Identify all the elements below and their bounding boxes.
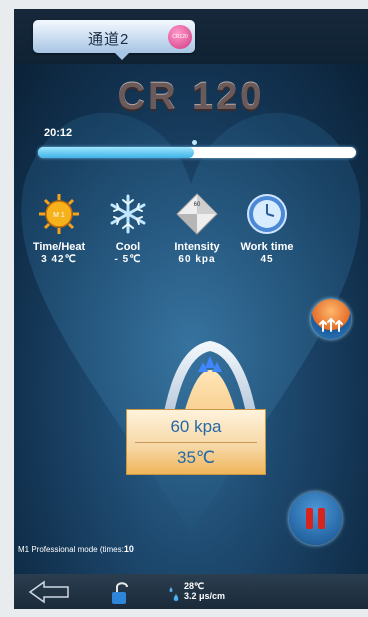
pressure-value: 60 kpa	[170, 417, 222, 436]
countdown-clock: 20:12	[44, 127, 73, 139]
treatment-progress-bar	[38, 140, 356, 158]
mode-status: M1 Professional mode (times:10	[18, 544, 134, 554]
param-value: 45	[260, 254, 274, 265]
back-arrow-icon[interactable]	[28, 580, 70, 604]
air-flow-arrows-icon	[319, 317, 343, 332]
param-cool[interactable]: Cool - 5℃	[93, 192, 163, 265]
mode-label: M1 Professional mode (times:	[18, 545, 124, 554]
param-value: 3 42℃	[41, 254, 77, 265]
param-time-heat[interactable]: M 1 Time/Heat 3 42℃	[24, 192, 94, 265]
readout-divider	[135, 442, 257, 443]
water-temperature: 28℃	[184, 581, 205, 591]
progress-fill	[38, 147, 194, 158]
unlock-icon[interactable]	[109, 580, 133, 606]
sun-badge-text: M 1	[53, 212, 65, 219]
app-screen: 通道2 CR120 CR 120 20:12 M 1 Time/Heat 3 4…	[14, 9, 368, 609]
sun-icon: M 1	[39, 194, 79, 234]
param-work-time[interactable]: Work time 45	[232, 192, 302, 265]
channel-selector-tab[interactable]: 通道2 CR120	[33, 20, 195, 53]
channel-label: 通道2	[88, 31, 130, 48]
param-value: 60 kpa	[178, 254, 216, 265]
pause-icon	[306, 508, 313, 529]
main-panel: CR 120 20:12 M 1 Time/Heat 3 42℃ Cool - …	[14, 64, 368, 574]
pause-button[interactable]	[289, 492, 342, 545]
param-label: Cool	[115, 241, 141, 253]
air-flow-button[interactable]	[311, 299, 351, 339]
top-bar: 通道2 CR120	[14, 9, 368, 64]
param-label: Time/Heat	[32, 241, 86, 253]
clock-icon	[247, 194, 287, 234]
pause-icon	[318, 508, 325, 529]
intensity-badge-text: 60	[194, 202, 201, 208]
device-badge-icon: CR120	[168, 25, 192, 49]
app-title: CR 120	[117, 76, 265, 118]
water-status: 28℃ 3.2 μs/cm	[184, 581, 225, 601]
water-drops-icon	[169, 587, 179, 601]
progress-marker	[191, 140, 197, 145]
snowflake-icon	[110, 194, 146, 234]
intensity-diamond-icon: 60	[176, 193, 218, 235]
session-readout: 60 kpa 35℃	[126, 409, 266, 475]
water-conductivity: 3.2 μs/cm	[184, 591, 226, 601]
param-intensity[interactable]: 60 Intensity 60 kpa	[162, 192, 232, 265]
tab-pointer	[115, 53, 129, 60]
param-label: Intensity	[174, 241, 220, 253]
temperature-value: 35℃	[176, 448, 215, 467]
param-value: - 5℃	[114, 254, 142, 265]
mode-count: 10	[123, 544, 134, 554]
param-label: Work time	[240, 241, 294, 253]
bottom-bar: 28℃ 3.2 μs/cm	[14, 574, 368, 609]
